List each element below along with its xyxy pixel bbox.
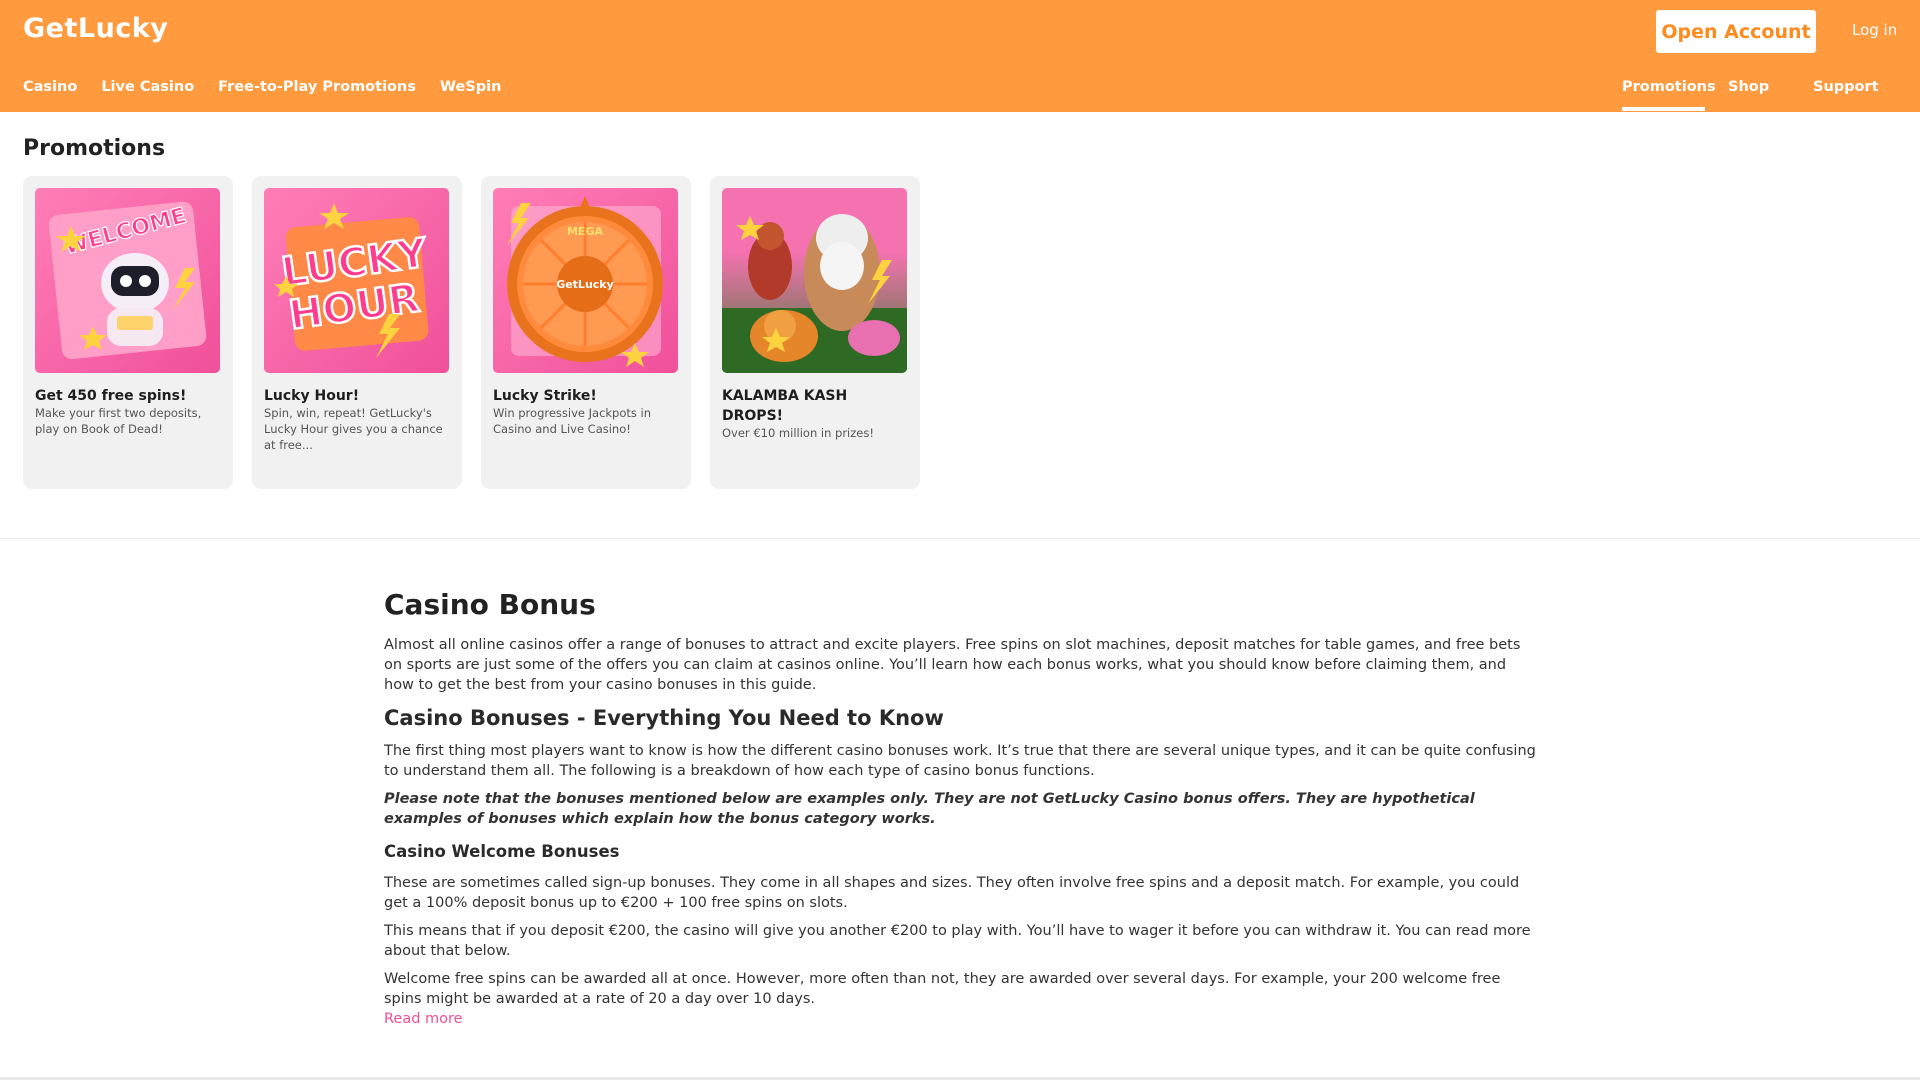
article-title: Casino Bonus — [384, 588, 596, 621]
login-link[interactable]: Log in — [1852, 21, 1897, 39]
promo-image-kalamba — [722, 188, 907, 373]
promo-card-lucky-strike[interactable]: MEGA GetLucky Lucky Strike! Win progress… — [481, 176, 691, 489]
nav-free-to-play[interactable]: Free-to-Play Promotions — [218, 79, 416, 95]
site-header: GetLucky Open Account Log in Casino Live… — [0, 0, 1920, 112]
promo-image-welcome: WELCOME — [35, 188, 220, 373]
promo-card-title: Get 450 free spins! — [35, 388, 187, 404]
getlucky-image-text: GetLucky — [556, 278, 614, 291]
promo-card-lucky-hour[interactable]: LUCKY HOUR Lucky Hour! Spin, win, repeat… — [252, 176, 462, 489]
promo-card-desc: Make your first two deposits, play on Bo… — [35, 406, 202, 436]
logo[interactable]: GetLucky — [23, 13, 168, 44]
nav-support[interactable]: Support — [1813, 79, 1879, 95]
article-intro: Almost all online casinos offer a range … — [384, 637, 1521, 693]
article-subheading: Casino Bonuses - Everything You Need to … — [384, 706, 944, 730]
promo-card-title: Lucky Strike! — [493, 388, 597, 404]
promo-image-lucky-hour: LUCKY HOUR — [264, 188, 449, 373]
promo-card-desc: Win progressive Jackpots in Casino and L… — [493, 406, 652, 436]
promo-card-desc: Spin, win, repeat! GetLucky's Lucky Hour… — [264, 406, 443, 452]
nav-live-casino[interactable]: Live Casino — [101, 79, 194, 95]
article-paragraph: Welcome free spins can be awarded all at… — [384, 971, 1501, 1007]
nav-shop[interactable]: Shop — [1728, 79, 1769, 95]
article-section-heading: Casino Welcome Bonuses — [384, 842, 620, 861]
nav-promotions[interactable]: Promotions — [1622, 79, 1716, 95]
main-nav: Casino Live Casino Free-to-Play Promotio… — [23, 79, 525, 95]
promo-card-title: KALAMBA KASH DROPS! — [722, 388, 848, 424]
casino-bonus-article: Casino Bonus Almost all online casinos o… — [384, 583, 1536, 1029]
open-account-button[interactable]: Open Account — [1656, 10, 1816, 53]
active-nav-indicator — [1622, 107, 1705, 111]
section-divider — [0, 538, 1920, 539]
nav-wespin[interactable]: WeSpin — [440, 79, 501, 95]
promo-image-lucky-strike: MEGA GetLucky — [493, 188, 678, 373]
promotions-heading: Promotions — [23, 136, 166, 161]
article-paragraph: This means that if you deposit €200, the… — [384, 923, 1531, 959]
promo-card-welcome[interactable]: WELCOME Get 450 free spins! Make your fi… — [23, 176, 233, 489]
article-paragraph: The first thing most players want to kno… — [384, 743, 1536, 779]
article-disclaimer: Please note that the bonuses mentioned b… — [384, 791, 1475, 827]
read-more-link[interactable]: Read more — [384, 1009, 1536, 1029]
article-paragraph: These are sometimes called sign-up bonus… — [384, 875, 1520, 911]
promo-card-title: Lucky Hour! — [264, 388, 360, 404]
mega-image-text: MEGA — [567, 225, 603, 238]
promo-card-kalamba[interactable]: KALAMBA KASH DROPS! Over €10 million in … — [710, 176, 920, 489]
nav-casino[interactable]: Casino — [23, 79, 77, 95]
promo-card-desc: Over €10 million in prizes! — [722, 426, 874, 440]
